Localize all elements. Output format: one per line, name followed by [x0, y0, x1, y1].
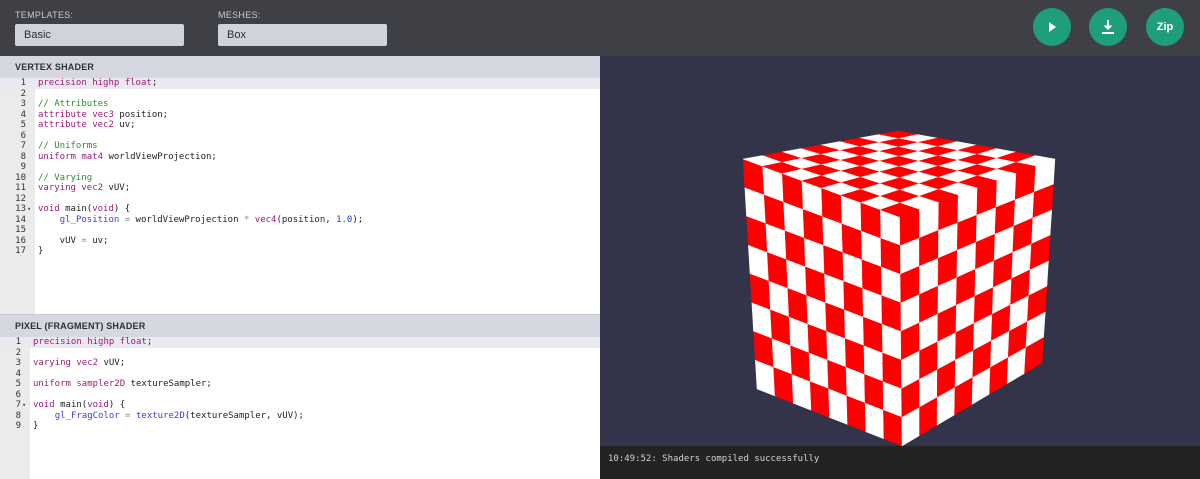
- code-text: attribute vec3 position;: [38, 109, 169, 120]
- code-line[interactable]: 10 // Varying: [0, 173, 600, 184]
- code-line[interactable]: 1 precision highp float;: [0, 337, 600, 348]
- preview-viewport[interactable]: [600, 56, 1200, 446]
- vertex-code-editor[interactable]: 1 precision highp float; 2 3 // Attributes 4 a…: [0, 78, 600, 257]
- code-line[interactable]: 5 uniform sampler2D textureSampler;: [0, 379, 600, 390]
- code-line[interactable]: 15: [0, 225, 600, 236]
- code-text: varying vec2 vUV;: [38, 183, 131, 193]
- line-number: 9: [20, 162, 26, 172]
- code-line[interactable]: 2: [0, 89, 600, 100]
- code-line[interactable]: 9}: [0, 421, 600, 432]
- fold-toggle-icon[interactable]: ▾: [22, 400, 26, 411]
- code-text: gl_FragColor = texture2D(textureSampler,…: [54, 410, 304, 421]
- line-number: 2: [20, 88, 26, 99]
- fold-toggle-icon[interactable]: ▾: [27, 204, 31, 215]
- code-line[interactable]: 8 uniform mat4 worldViewProjection;: [0, 152, 600, 163]
- line-number: 3: [15, 358, 21, 368]
- code-line[interactable]: 5 attribute vec2 uv;: [0, 120, 600, 131]
- line-number: 8: [15, 410, 21, 421]
- line-number: 12: [15, 193, 26, 204]
- line-number: 6: [20, 130, 26, 141]
- line-number: 9: [15, 421, 21, 431]
- templates-label: TEMPLATES:: [15, 10, 74, 20]
- line-number: 2: [15, 347, 21, 358]
- line-number: 8: [20, 151, 26, 162]
- line-number: 17: [15, 246, 26, 256]
- code-text: void main(void) {: [33, 400, 126, 410]
- zip-label: Zip: [1156, 21, 1174, 33]
- line-number: 11: [15, 183, 26, 193]
- line-number: 10: [15, 172, 26, 183]
- line-number: 1: [20, 78, 26, 88]
- play-icon: [1049, 22, 1056, 32]
- download-icon: [1102, 20, 1114, 34]
- code-text: precision highp float;: [38, 78, 158, 88]
- zip-button[interactable]: Zip: [1146, 8, 1184, 46]
- code-text: gl_Position = worldViewProjection * vec4…: [59, 214, 364, 225]
- line-number: 4: [20, 109, 26, 120]
- line-number: 4: [15, 368, 21, 379]
- code-line[interactable]: 4 attribute vec3 position;: [0, 110, 600, 121]
- templates-select[interactable]: Basic: [15, 24, 184, 46]
- code-line[interactable]: 6: [0, 131, 600, 142]
- code-text: // Attributes: [38, 99, 109, 109]
- line-number: 6: [15, 389, 21, 400]
- code-line[interactable]: 3 varying vec2 vUV;: [0, 358, 600, 369]
- meshes-select[interactable]: Box: [218, 24, 387, 46]
- line-number: 5: [15, 379, 21, 389]
- meshes-label: MESHES:: [218, 10, 261, 20]
- code-line[interactable]: 7 // Uniforms: [0, 141, 600, 152]
- code-line[interactable]: 17}: [0, 246, 600, 257]
- line-number: 16: [15, 235, 26, 246]
- code-line[interactable]: 13 ▾ void main(void) {: [0, 204, 600, 215]
- code-text: // Uniforms: [38, 141, 98, 151]
- vertex-shader-panel: VERTEX SHADER 1 precision highp float; 2 3 /…: [0, 56, 600, 314]
- line-number: 1: [15, 337, 21, 347]
- fragment-shader-panel: PIXEL (FRAGMENT) SHADER 1 precision highp…: [0, 315, 600, 479]
- code-line[interactable]: 6: [0, 390, 600, 401]
- code-line[interactable]: 7 ▾ void main(void) {: [0, 400, 600, 411]
- code-line[interactable]: 16 vUV = uv;: [0, 236, 600, 247]
- fragment-shader-title: PIXEL (FRAGMENT) SHADER: [0, 315, 600, 337]
- code-line[interactable]: 9: [0, 162, 600, 173]
- line-number: 3: [20, 99, 26, 109]
- code-text: vUV = uv;: [38, 235, 109, 246]
- code-line[interactable]: 11 varying vec2 vUV;: [0, 183, 600, 194]
- code-line[interactable]: 12: [0, 194, 600, 205]
- vertex-shader-title: VERTEX SHADER: [0, 56, 600, 78]
- code-text: void main(void) {: [38, 204, 131, 214]
- line-number: 15: [15, 225, 26, 235]
- checker-cube: [742, 130, 1056, 446]
- download-button[interactable]: [1089, 8, 1127, 46]
- code-text: uniform sampler2D textureSampler;: [33, 379, 212, 389]
- code-text: }: [38, 246, 44, 256]
- code-line[interactable]: 2: [0, 348, 600, 359]
- line-number: 7: [20, 141, 26, 151]
- top-toolbar: TEMPLATES: Basic MESHES: Box Zip: [0, 0, 1200, 56]
- code-line[interactable]: 3 // Attributes: [0, 99, 600, 110]
- run-button[interactable]: [1033, 8, 1071, 46]
- line-number: 14: [15, 214, 26, 225]
- code-text: precision highp float;: [33, 337, 153, 347]
- code-line[interactable]: 8 gl_FragColor = texture2D(textureSample…: [0, 411, 600, 422]
- code-text: uniform mat4 worldViewProjection;: [38, 151, 217, 162]
- fragment-code-editor[interactable]: 1 precision highp float; 2 3 varying vec2 vU…: [0, 337, 600, 432]
- line-number: 7: [15, 400, 21, 410]
- code-text: }: [33, 421, 39, 431]
- console-output: 10:49:52: Shaders compiled successfully: [600, 446, 1200, 479]
- code-line[interactable]: 4: [0, 369, 600, 380]
- line-number: 5: [20, 120, 26, 130]
- code-text: attribute vec2 uv;: [38, 120, 136, 130]
- code-text: varying vec2 vUV;: [33, 358, 126, 368]
- code-line[interactable]: 1 precision highp float;: [0, 78, 600, 89]
- line-number: 13: [15, 204, 26, 214]
- code-line[interactable]: 14 gl_Position = worldViewProjection * v…: [0, 215, 600, 226]
- code-text: // Varying: [38, 172, 93, 183]
